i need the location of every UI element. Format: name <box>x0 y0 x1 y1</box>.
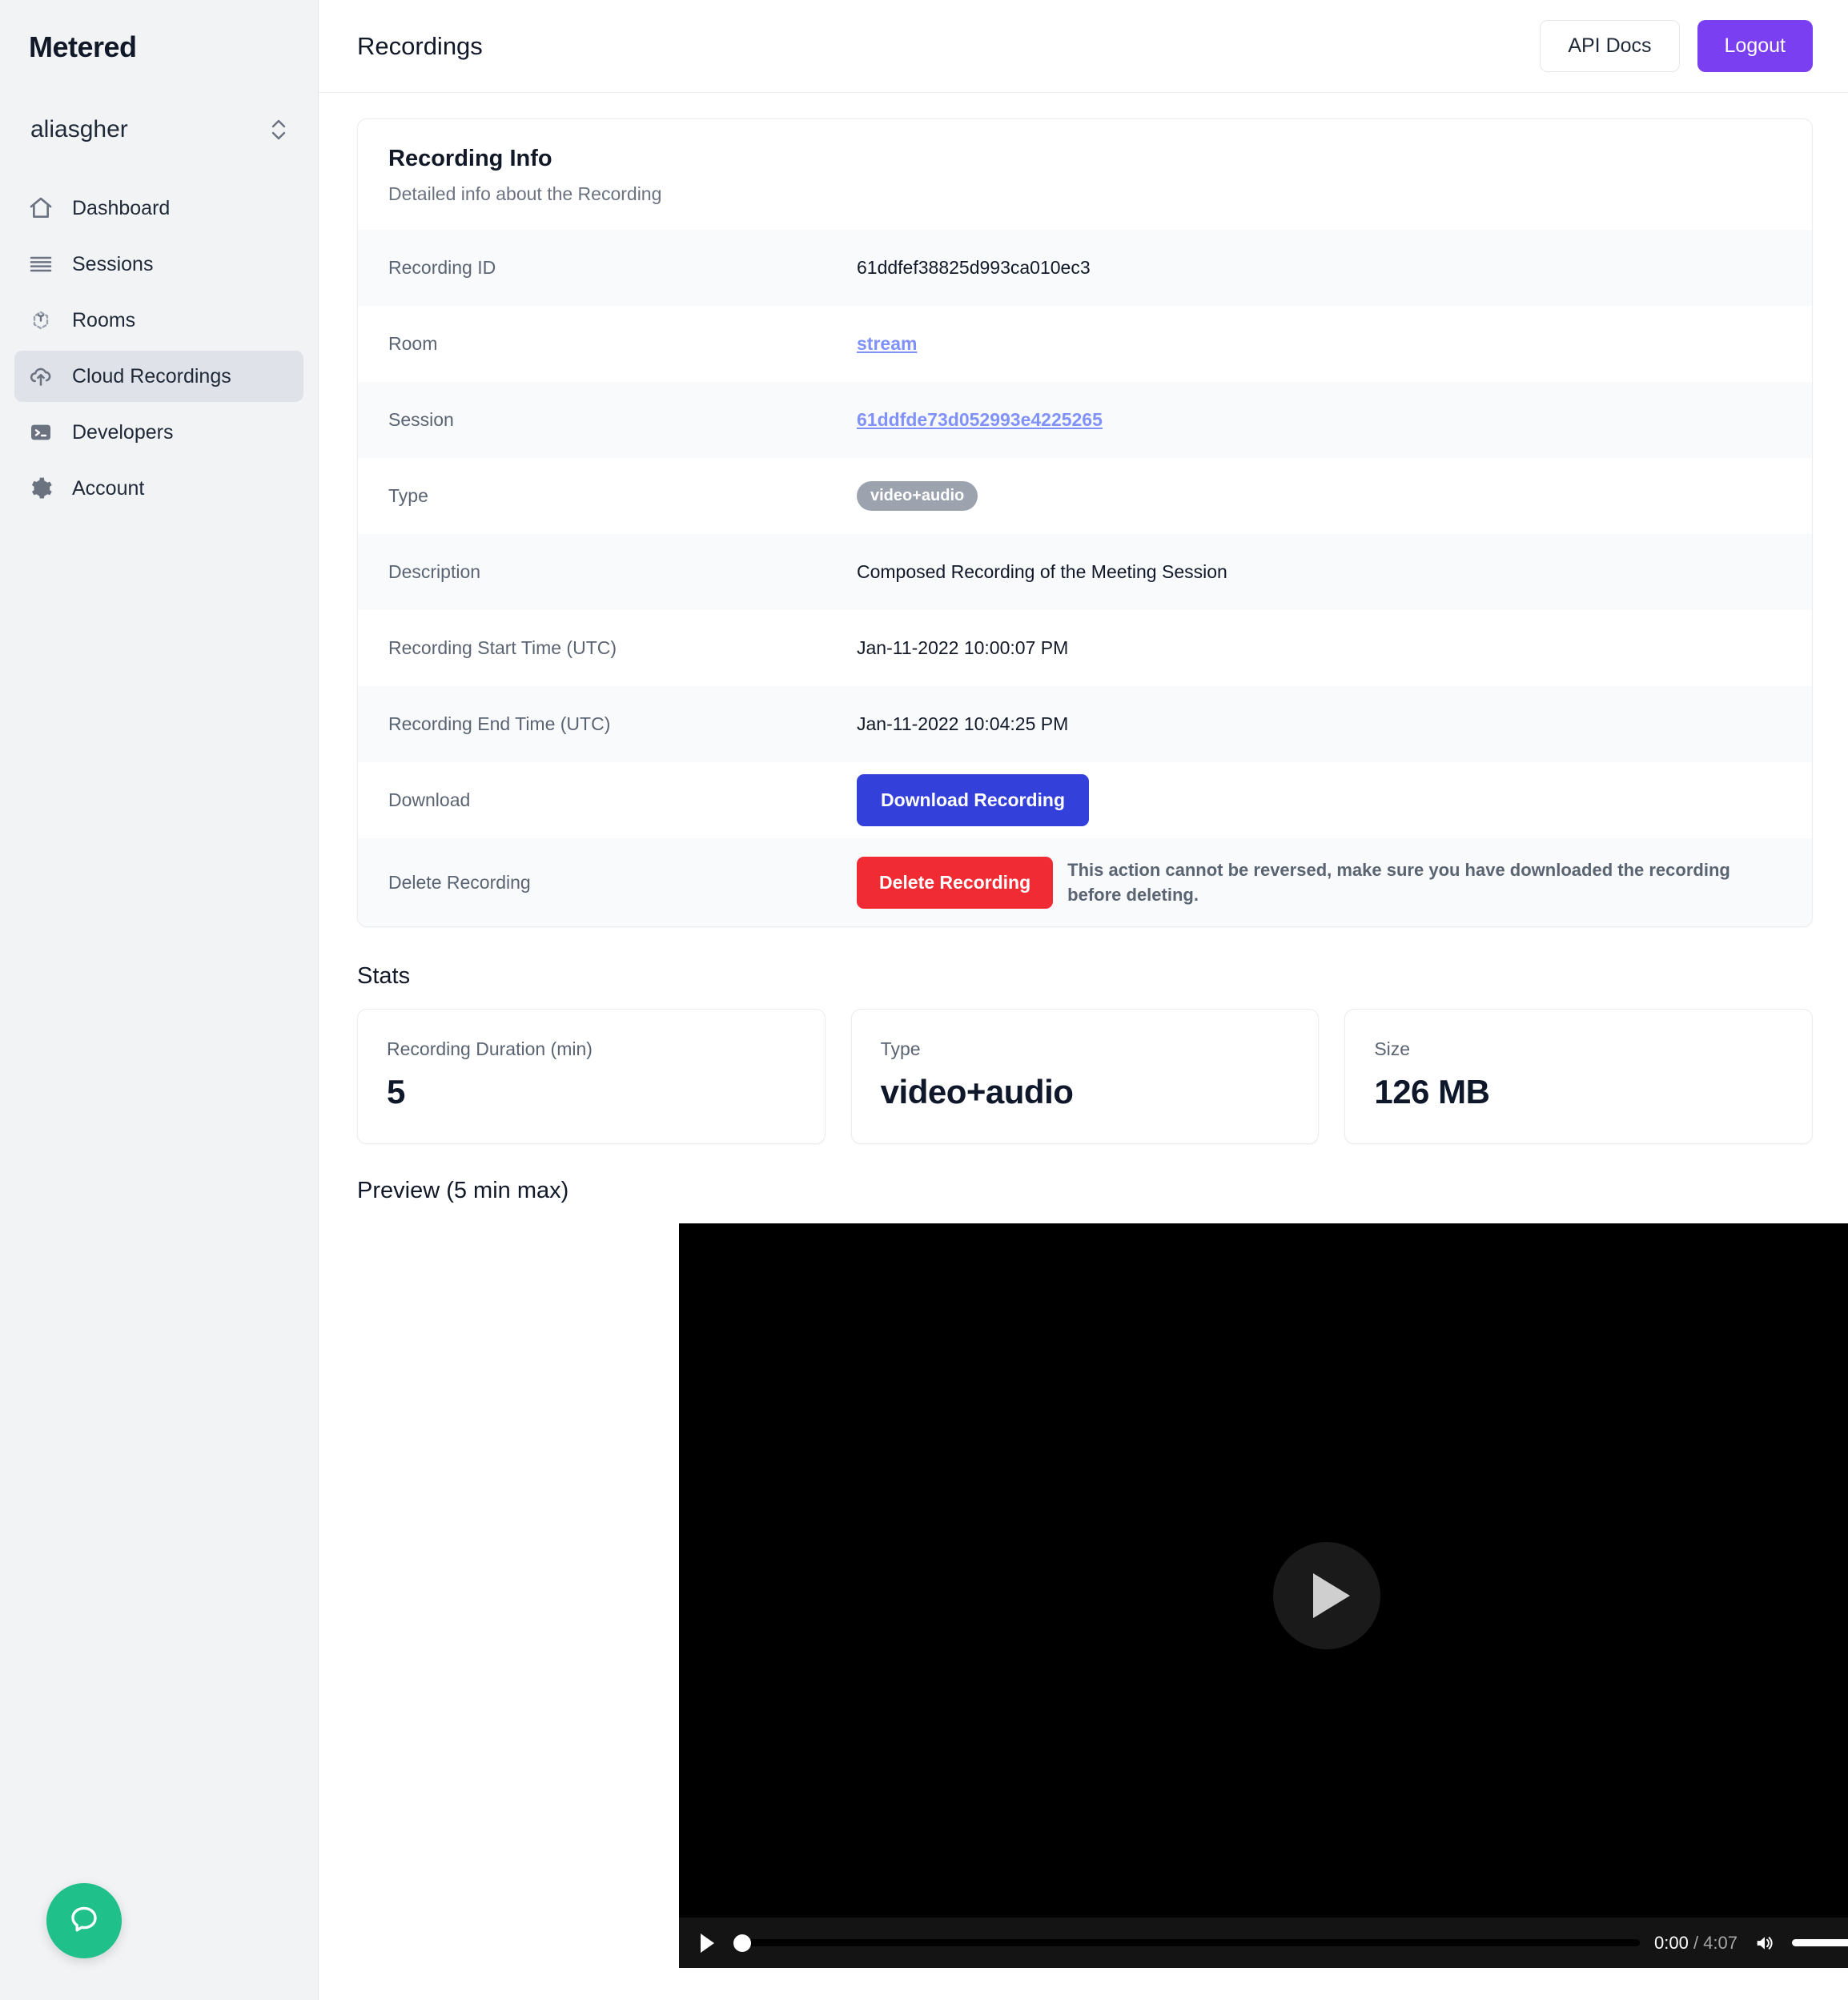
main-area: Recordings API Docs Logout Recording Inf… <box>319 0 1848 2000</box>
table-row: Recording Start Time (UTC) Jan-11-2022 1… <box>358 610 1812 686</box>
page-title: Recordings <box>357 31 483 60</box>
room-link[interactable]: stream <box>857 333 917 355</box>
row-label: Delete Recording <box>388 871 531 893</box>
stat-value: video+audio <box>880 1073 1074 1110</box>
row-value: Download Recording <box>857 774 1782 826</box>
stat-label: Type <box>880 1038 921 1059</box>
video-player[interactable]: 0:00 / 4:07 <box>679 1223 1848 1968</box>
stat-value: 126 MB <box>1374 1073 1490 1110</box>
stats-title: Stats <box>357 963 411 989</box>
card-title: Recording Info <box>388 146 552 171</box>
topbar-actions: API Docs Logout <box>1540 20 1813 72</box>
delete-warning-text: This action cannot be reversed, make sur… <box>1067 859 1730 905</box>
topbar: Recordings API Docs Logout <box>319 0 1848 93</box>
row-value: 61ddfde73d052993e4225265 <box>857 409 1782 431</box>
sidebar-item-dashboard[interactable]: Dashboard <box>14 183 303 234</box>
stat-card-type: Type video+audio <box>850 1009 1320 1144</box>
home-icon <box>27 195 54 222</box>
sidebar-item-sessions[interactable]: Sessions <box>14 239 303 290</box>
row-label: Description <box>388 561 481 582</box>
delete-recording-button[interactable]: Delete Recording <box>857 856 1054 909</box>
page-content: Recording Info Detailed info about the R… <box>319 93 1848 1968</box>
sidebar-item-account[interactable]: Account <box>14 463 303 514</box>
volume-on-icon[interactable] <box>1752 1931 1778 1955</box>
table-row: Type video+audio <box>358 458 1812 534</box>
table-row: Recording ID 61ddfef38825d993ca010ec3 <box>358 230 1812 306</box>
brand-logo: Metered <box>29 30 137 63</box>
play-overlay-button[interactable] <box>1273 1542 1380 1649</box>
row-label: Room <box>388 333 438 354</box>
delete-row: Delete Recording Delete Recording This a… <box>358 838 1812 926</box>
sidebar-item-label: Sessions <box>72 252 154 275</box>
time-display: 0:00 / 4:07 <box>1654 1933 1738 1954</box>
org-switcher[interactable]: aliasgher <box>18 106 300 154</box>
gear-icon <box>27 475 54 502</box>
row-value: Jan-11-2022 10:00:07 PM <box>857 637 1069 658</box>
download-recording-button[interactable]: Download Recording <box>857 774 1089 826</box>
video-controls: 0:00 / 4:07 <box>679 1918 1848 1968</box>
rooms-icon <box>27 307 54 334</box>
recording-info-header: Recording Info Detailed info about the R… <box>358 119 1812 230</box>
sidebar-item-rooms[interactable]: Rooms <box>14 295 303 346</box>
list-icon <box>27 251 54 278</box>
row-value: video+audio <box>857 481 1782 511</box>
play-icon <box>1313 1573 1350 1618</box>
row-label: Recording Start Time (UTC) <box>388 637 617 658</box>
row-value: Composed Recording of the Meeting Sessio… <box>857 561 1227 582</box>
seek-bar[interactable] <box>733 1934 1640 1952</box>
stat-card-duration: Recording Duration (min) 5 <box>357 1009 826 1144</box>
table-row: Room stream <box>358 306 1812 382</box>
sidebar-item-label: Account <box>72 476 145 500</box>
app-root: Metered aliasgher Dashboard Sessions Roo… <box>0 0 1848 2000</box>
stats-grid: Recording Duration (min) 5 Type video+au… <box>357 1009 1814 1144</box>
stat-card-size: Size 126 MB <box>1344 1009 1814 1144</box>
type-badge: video+audio <box>857 481 978 511</box>
session-link[interactable]: 61ddfde73d052993e4225265 <box>857 409 1103 431</box>
row-label: Recording End Time (UTC) <box>388 713 611 734</box>
sidebar: Metered aliasgher Dashboard Sessions Roo… <box>0 0 319 2000</box>
cloud-upload-icon <box>27 363 54 390</box>
sidebar-item-developers[interactable]: Developers <box>14 407 303 458</box>
seek-handle[interactable] <box>733 1934 751 1952</box>
stat-label: Size <box>1374 1038 1411 1059</box>
row-label: Download <box>388 789 471 810</box>
sidebar-item-label: Cloud Recordings <box>72 364 231 388</box>
duration: 4:07 <box>1703 1932 1738 1953</box>
sidebar-nav: Dashboard Sessions Rooms Cloud Recording… <box>0 183 318 514</box>
help-chat-button[interactable] <box>46 1883 122 1958</box>
logout-button[interactable]: Logout <box>1697 20 1813 72</box>
terminal-icon <box>27 419 54 446</box>
time-separator: / <box>1688 1932 1704 1953</box>
stat-label: Recording Duration (min) <box>387 1038 593 1059</box>
preview-title: Preview (5 min max) <box>357 1178 569 1203</box>
download-row: Download Download Recording <box>358 762 1812 838</box>
api-docs-button[interactable]: API Docs <box>1540 20 1680 72</box>
stat-value: 5 <box>387 1073 405 1110</box>
row-label: Recording ID <box>388 257 496 278</box>
chevron-up-down-icon <box>270 116 287 143</box>
row-value: stream <box>857 333 1782 355</box>
card-subtitle: Detailed info about the Recording <box>388 183 662 204</box>
sidebar-item-label: Rooms <box>72 308 136 331</box>
org-name: aliasgher <box>30 116 128 143</box>
table-row: Recording End Time (UTC) Jan-11-2022 10:… <box>358 686 1812 762</box>
row-value: Jan-11-2022 10:04:25 PM <box>857 713 1069 734</box>
row-label: Session <box>388 409 454 430</box>
sidebar-item-label: Dashboard <box>72 196 171 219</box>
chat-bubble-icon <box>65 1900 103 1942</box>
table-row: Description Composed Recording of the Me… <box>358 534 1812 610</box>
table-row: Session 61ddfde73d052993e4225265 <box>358 382 1812 458</box>
row-value: 61ddfef38825d993ca010ec3 <box>857 257 1091 278</box>
current-time: 0:00 <box>1654 1932 1689 1953</box>
sidebar-item-label: Developers <box>72 420 174 444</box>
play-button[interactable] <box>697 1931 717 1955</box>
sidebar-item-cloud-recordings[interactable]: Cloud Recordings <box>14 351 303 402</box>
row-value: Delete Recording This action cannot be r… <box>857 856 1782 909</box>
volume-slider[interactable] <box>1792 1939 1848 1946</box>
row-label: Type <box>388 485 428 506</box>
recording-info-card: Recording Info Detailed info about the R… <box>357 118 1813 927</box>
